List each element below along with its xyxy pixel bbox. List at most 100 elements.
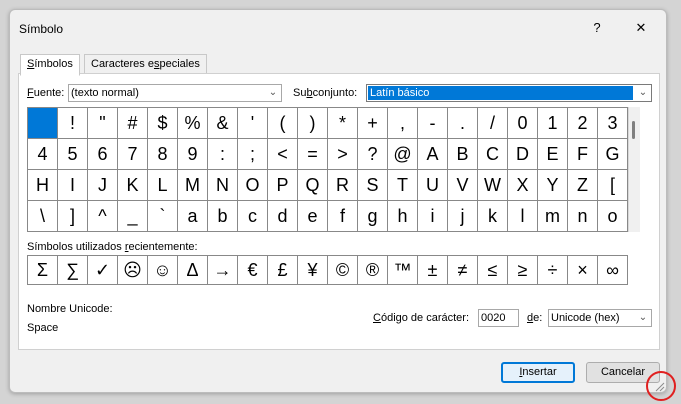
scrollbar-thumb[interactable]	[632, 121, 635, 139]
chevron-down-icon[interactable]: ⌄	[636, 311, 650, 325]
symbol-cell[interactable]: G	[598, 139, 628, 170]
recent-symbol-cell[interactable]: →	[208, 256, 238, 284]
symbol-cell[interactable]: _	[118, 201, 148, 232]
symbol-cell[interactable]: c	[238, 201, 268, 232]
symbol-cell[interactable]: ^	[88, 201, 118, 232]
from-select[interactable]: Unicode (hex) ⌄	[548, 309, 652, 327]
recent-symbol-cell[interactable]: Σ	[28, 256, 58, 284]
recent-symbol-cell[interactable]: ☺	[148, 256, 178, 284]
recent-symbol-cell[interactable]: ©	[328, 256, 358, 284]
symbol-cell[interactable]: [	[598, 170, 628, 201]
recent-symbol-cell[interactable]: ≠	[448, 256, 478, 284]
recent-symbol-cell[interactable]: ™	[388, 256, 418, 284]
symbol-grid-scrollbar[interactable]	[628, 107, 640, 232]
symbol-cell[interactable]: m	[538, 201, 568, 232]
symbol-cell[interactable]: U	[418, 170, 448, 201]
symbol-cell[interactable]: V	[448, 170, 478, 201]
symbol-cell[interactable]: ;	[238, 139, 268, 170]
symbol-cell[interactable]: #	[118, 108, 148, 139]
symbol-cell[interactable]: %	[178, 108, 208, 139]
symbol-cell[interactable]: j	[448, 201, 478, 232]
symbol-cell[interactable]: >	[328, 139, 358, 170]
symbol-cell[interactable]: $	[148, 108, 178, 139]
symbol-cell[interactable]: !	[58, 108, 88, 139]
symbol-cell[interactable]: H	[28, 170, 58, 201]
symbol-cell[interactable]: d	[268, 201, 298, 232]
symbol-cell[interactable]: <	[268, 139, 298, 170]
symbol-cell[interactable]: n	[568, 201, 598, 232]
recent-symbol-cell[interactable]: £	[268, 256, 298, 284]
symbol-cell[interactable]: K	[118, 170, 148, 201]
symbol-cell[interactable]: @	[388, 139, 418, 170]
symbol-cell[interactable]: b	[208, 201, 238, 232]
close-button[interactable]: ✕	[631, 18, 651, 38]
symbol-cell[interactable]: +	[358, 108, 388, 139]
symbol-cell[interactable]: Y	[538, 170, 568, 201]
insert-button[interactable]: Insertar	[501, 362, 575, 383]
symbol-cell[interactable]: e	[298, 201, 328, 232]
symbol-cell[interactable]: 2	[568, 108, 598, 139]
recent-symbol-cell[interactable]: ≥	[508, 256, 538, 284]
title-bar[interactable]: Símbolo ? ✕	[10, 10, 666, 46]
symbol-cell[interactable]: k	[478, 201, 508, 232]
symbol-cell[interactable]: E	[538, 139, 568, 170]
symbol-cell[interactable]: g	[358, 201, 388, 232]
symbol-cell[interactable]: (	[268, 108, 298, 139]
recent-symbol-cell[interactable]: ¥	[298, 256, 328, 284]
symbol-cell[interactable]: I	[58, 170, 88, 201]
symbol-cell[interactable]: .	[448, 108, 478, 139]
subset-select[interactable]: Latín básico ⌄	[366, 84, 652, 102]
recent-symbol-cell[interactable]: €	[238, 256, 268, 284]
symbol-grid[interactable]: ! " # $% & '() * +, -./0 1 2 3 4 5 6 7 8 9:; < = >? @ A B C D E F G H…	[27, 107, 628, 232]
symbol-cell[interactable]: &	[208, 108, 238, 139]
symbol-cell[interactable]: /	[478, 108, 508, 139]
symbol-cell[interactable]: `	[148, 201, 178, 232]
symbol-cell[interactable]: :	[208, 139, 238, 170]
recent-symbol-cell[interactable]: ±	[418, 256, 448, 284]
symbol-cell[interactable]: 6	[88, 139, 118, 170]
recent-symbol-cell[interactable]: Δ	[178, 256, 208, 284]
symbol-cell[interactable]: L	[148, 170, 178, 201]
symbol-cell[interactable]: A	[418, 139, 448, 170]
symbol-cell[interactable]: S	[358, 170, 388, 201]
symbol-cell[interactable]: O	[238, 170, 268, 201]
symbol-cell[interactable]: D	[508, 139, 538, 170]
symbol-cell[interactable]: T	[388, 170, 418, 201]
symbol-cell[interactable]: -	[418, 108, 448, 139]
symbol-cell[interactable]: a	[178, 201, 208, 232]
symbol-cell[interactable]: 4	[28, 139, 58, 170]
chevron-down-icon[interactable]: ⌄	[266, 86, 280, 100]
symbol-cell[interactable]: Q	[298, 170, 328, 201]
recent-symbols-grid[interactable]: Σ ∑ ✓ ☹ ☺ Δ → € £ ¥ © ® ™ ± ≠ ≤ ≥ ÷ × ∞	[27, 255, 628, 285]
symbol-cell[interactable]: X	[508, 170, 538, 201]
symbol-cell[interactable]: W	[478, 170, 508, 201]
symbol-cell[interactable]: =	[298, 139, 328, 170]
symbol-cell[interactable]: 0	[508, 108, 538, 139]
recent-symbol-cell[interactable]: ×	[568, 256, 598, 284]
symbol-cell[interactable]: ?	[358, 139, 388, 170]
symbol-cell[interactable]: 8	[148, 139, 178, 170]
symbol-cell[interactable]: Z	[568, 170, 598, 201]
symbol-cell[interactable]: 5	[58, 139, 88, 170]
symbol-cell[interactable]: N	[208, 170, 238, 201]
symbol-cell[interactable]: l	[508, 201, 538, 232]
symbol-cell[interactable]: *	[328, 108, 358, 139]
symbol-cell[interactable]: 3	[598, 108, 628, 139]
recent-symbol-cell[interactable]: ≤	[478, 256, 508, 284]
symbol-cell[interactable]: f	[328, 201, 358, 232]
char-code-input[interactable]: 0020	[478, 309, 519, 327]
symbol-cell[interactable]: M	[178, 170, 208, 201]
recent-symbol-cell[interactable]: ☹	[118, 256, 148, 284]
font-select[interactable]: (texto normal) ⌄	[68, 84, 282, 102]
recent-symbol-cell[interactable]: ∑	[58, 256, 88, 284]
recent-symbol-cell[interactable]: ✓	[88, 256, 118, 284]
symbol-cell[interactable]: '	[238, 108, 268, 139]
symbol-cell[interactable]: \	[28, 201, 58, 232]
recent-symbol-cell[interactable]: ®	[358, 256, 388, 284]
symbol-cell[interactable]: o	[598, 201, 628, 232]
symbol-cell[interactable]: i	[418, 201, 448, 232]
symbol-cell[interactable]: ]	[58, 201, 88, 232]
recent-symbol-cell[interactable]: ∞	[598, 256, 628, 284]
symbol-cell[interactable]: C	[478, 139, 508, 170]
symbol-cell[interactable]: F	[568, 139, 598, 170]
